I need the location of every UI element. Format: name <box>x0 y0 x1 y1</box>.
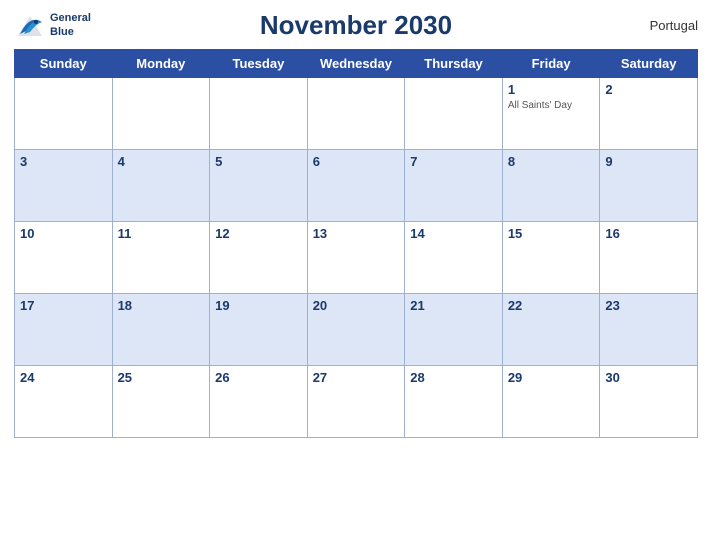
header-monday: Monday <box>112 50 210 78</box>
header-thursday: Thursday <box>405 50 503 78</box>
calendar-day-cell: 15 <box>502 222 600 294</box>
day-number: 17 <box>20 298 107 313</box>
day-number: 9 <box>605 154 692 169</box>
day-number: 15 <box>508 226 595 241</box>
calendar-day-cell: 3 <box>15 150 113 222</box>
header-friday: Friday <box>502 50 600 78</box>
day-number: 28 <box>410 370 497 385</box>
calendar-day-cell: 1 All Saints' Day <box>502 78 600 150</box>
day-number: 24 <box>20 370 107 385</box>
day-number: 5 <box>215 154 302 169</box>
calendar-week-row: 1 All Saints' Day 2 <box>15 78 698 150</box>
day-number: 6 <box>313 154 400 169</box>
calendar-day-cell: 11 <box>112 222 210 294</box>
calendar-day-cell: 12 <box>210 222 308 294</box>
calendar-container: General Blue November 2030 Portugal Sund… <box>0 0 712 550</box>
holiday-label: All Saints' Day <box>508 99 595 112</box>
calendar-day-cell: 14 <box>405 222 503 294</box>
logo-text: General Blue <box>50 12 91 38</box>
calendar-day-cell: 2 <box>600 78 698 150</box>
calendar-day-cell: 16 <box>600 222 698 294</box>
day-number: 20 <box>313 298 400 313</box>
day-number: 11 <box>118 226 205 241</box>
calendar-day-cell: 29 <box>502 366 600 438</box>
day-number: 26 <box>215 370 302 385</box>
calendar-week-row: 17 18 19 20 21 22 23 <box>15 294 698 366</box>
calendar-day-cell <box>405 78 503 150</box>
logo: General Blue <box>14 12 91 40</box>
day-number: 29 <box>508 370 595 385</box>
day-number: 12 <box>215 226 302 241</box>
header-sunday: Sunday <box>15 50 113 78</box>
calendar-day-cell: 30 <box>600 366 698 438</box>
day-number: 8 <box>508 154 595 169</box>
calendar-day-cell <box>15 78 113 150</box>
day-number: 10 <box>20 226 107 241</box>
calendar-day-cell: 7 <box>405 150 503 222</box>
day-number: 30 <box>605 370 692 385</box>
day-number: 3 <box>20 154 107 169</box>
calendar-day-cell: 28 <box>405 366 503 438</box>
calendar-table: Sunday Monday Tuesday Wednesday Thursday… <box>14 49 698 438</box>
calendar-day-cell <box>112 78 210 150</box>
calendar-day-cell: 10 <box>15 222 113 294</box>
header-tuesday: Tuesday <box>210 50 308 78</box>
day-number: 19 <box>215 298 302 313</box>
weekday-header-row: Sunday Monday Tuesday Wednesday Thursday… <box>15 50 698 78</box>
day-number: 18 <box>118 298 205 313</box>
calendar-day-cell <box>210 78 308 150</box>
calendar-day-cell: 4 <box>112 150 210 222</box>
calendar-day-cell: 26 <box>210 366 308 438</box>
calendar-day-cell: 24 <box>15 366 113 438</box>
header-saturday: Saturday <box>600 50 698 78</box>
calendar-day-cell: 5 <box>210 150 308 222</box>
day-number: 1 <box>508 82 595 97</box>
day-number: 7 <box>410 154 497 169</box>
calendar-day-cell: 19 <box>210 294 308 366</box>
day-number: 23 <box>605 298 692 313</box>
day-number: 27 <box>313 370 400 385</box>
calendar-day-cell: 8 <box>502 150 600 222</box>
calendar-day-cell: 9 <box>600 150 698 222</box>
calendar-day-cell: 21 <box>405 294 503 366</box>
day-number: 22 <box>508 298 595 313</box>
header-wednesday: Wednesday <box>307 50 405 78</box>
day-number: 13 <box>313 226 400 241</box>
calendar-day-cell: 23 <box>600 294 698 366</box>
calendar-day-cell: 20 <box>307 294 405 366</box>
calendar-day-cell: 17 <box>15 294 113 366</box>
day-number: 4 <box>118 154 205 169</box>
calendar-header: General Blue November 2030 Portugal <box>14 10 698 41</box>
day-number: 14 <box>410 226 497 241</box>
calendar-day-cell: 13 <box>307 222 405 294</box>
logo-icon <box>14 12 46 40</box>
day-number: 2 <box>605 82 692 97</box>
calendar-day-cell: 6 <box>307 150 405 222</box>
day-number: 21 <box>410 298 497 313</box>
calendar-week-row: 10 11 12 13 14 15 16 <box>15 222 698 294</box>
calendar-week-row: 3456789 <box>15 150 698 222</box>
calendar-day-cell: 27 <box>307 366 405 438</box>
calendar-day-cell: 22 <box>502 294 600 366</box>
calendar-day-cell <box>307 78 405 150</box>
day-number: 25 <box>118 370 205 385</box>
calendar-day-cell: 18 <box>112 294 210 366</box>
calendar-title: November 2030 <box>260 10 452 41</box>
day-number: 16 <box>605 226 692 241</box>
country-label: Portugal <box>650 18 698 33</box>
calendar-week-row: 24 25 26 27 28 29 30 <box>15 366 698 438</box>
calendar-day-cell: 25 <box>112 366 210 438</box>
